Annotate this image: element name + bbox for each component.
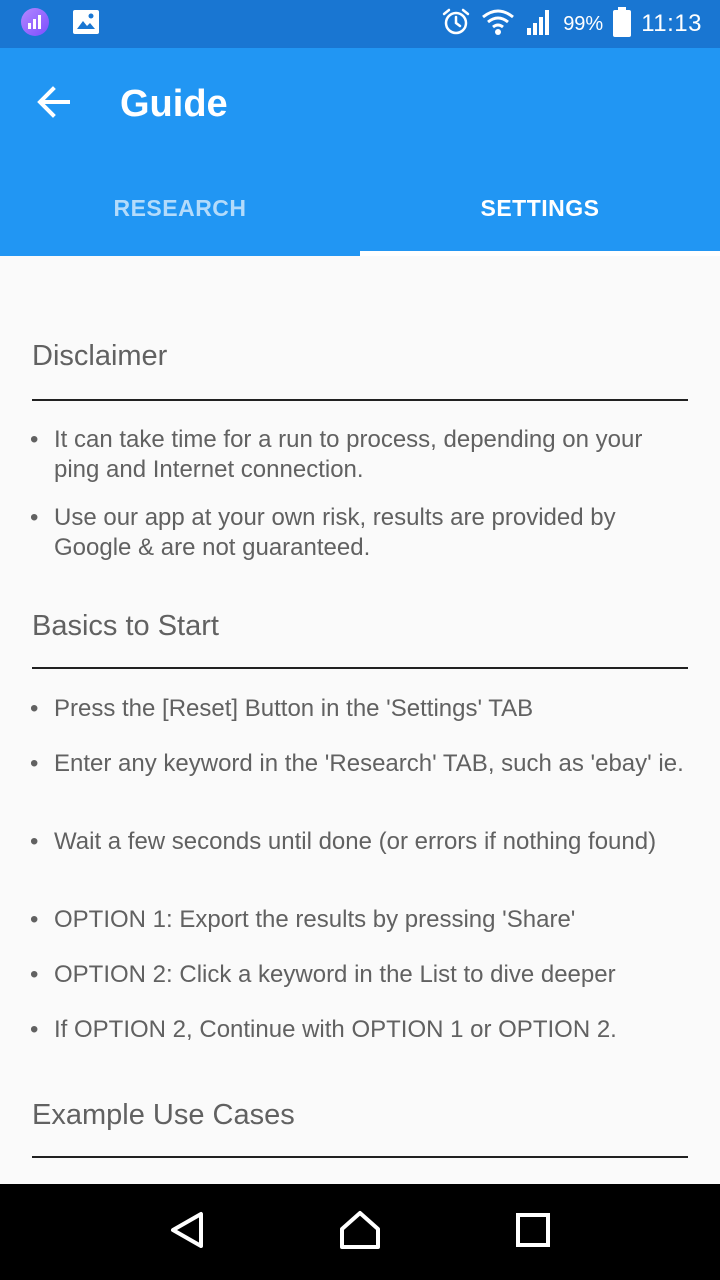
alarm-icon [441,7,471,42]
guide-content[interactable]: Disclaimer • It can take time for a run … [0,256,720,1184]
bullet: • [30,426,39,453]
app-notification-icon [20,7,50,42]
nav-home-button[interactable] [324,1196,396,1268]
list-item: • If OPTION 2, Continue with OPTION 1 or… [30,1015,690,1045]
section-title-examples: Example Use Cases [32,1099,295,1131]
clock: 11:13 [641,10,702,37]
section-divider [32,1156,688,1158]
list-item: • OPTION 1: Export the results by pressi… [30,905,690,935]
wifi-icon [481,8,515,41]
list-item: • Enter any keyword in the 'Research' TA… [30,749,690,779]
back-button[interactable] [22,72,86,136]
list-item: • Use our app at your own risk, results … [30,503,690,563]
bullet: • [30,1016,39,1043]
list-item-text: Wait a few seconds until done (or errors… [54,828,657,855]
battery-percent: 99% [563,12,604,35]
bullet: • [30,695,39,722]
list-item: • OPTION 2: Click a keyword in the List … [30,960,690,990]
system-nav-bar [0,1184,720,1280]
section-divider [32,399,688,401]
list-item: • It can take time for a run to process,… [30,425,690,485]
list-item-text: Enter any keyword in the 'Research' TAB,… [54,750,684,777]
list-item-text: If OPTION 2, Continue with OPTION 1 or O… [54,1016,617,1043]
section-title-basics: Basics to Start [32,610,219,642]
list-item-text: OPTION 2: Click a keyword in the List to… [54,961,616,988]
bullet: • [30,961,39,988]
square-recents-icon [515,1212,551,1253]
nav-recents-button[interactable] [497,1196,569,1268]
tab-research[interactable]: RESEARCH [0,160,360,256]
section-title-disclaimer: Disclaimer [32,340,168,372]
list-item-text: Press the [Reset] Button in the 'Setting… [54,695,534,722]
list-item: • Press the [Reset] Button in the 'Setti… [30,694,690,724]
image-notification-icon [72,8,100,41]
section-divider [32,667,688,669]
bullet: • [30,750,39,777]
list-item-text: OPTION 1: Export the results by pressing… [54,906,576,933]
tab-settings[interactable]: SETTINGS [360,160,720,256]
nav-back-button[interactable] [151,1196,223,1268]
page-title: Guide [120,82,228,125]
battery-icon [613,6,632,42]
list-item: • Wait a few seconds until done (or erro… [30,827,690,857]
cell-signal-icon [525,8,553,41]
status-bar: 99% 11:13 [0,0,720,48]
bullet: • [30,504,39,531]
triangle-back-icon [167,1210,207,1255]
app-bar: Guide [0,48,720,160]
arrow-back-icon [36,84,72,125]
list-item-text: It can take time for a run to process, d… [54,426,643,483]
list-item-text: Use our app at your own risk, results ar… [54,504,616,561]
bullet: • [30,828,39,855]
home-icon [338,1209,382,1256]
tab-bar: RESEARCH SETTINGS [0,160,720,256]
bullet: • [30,906,39,933]
